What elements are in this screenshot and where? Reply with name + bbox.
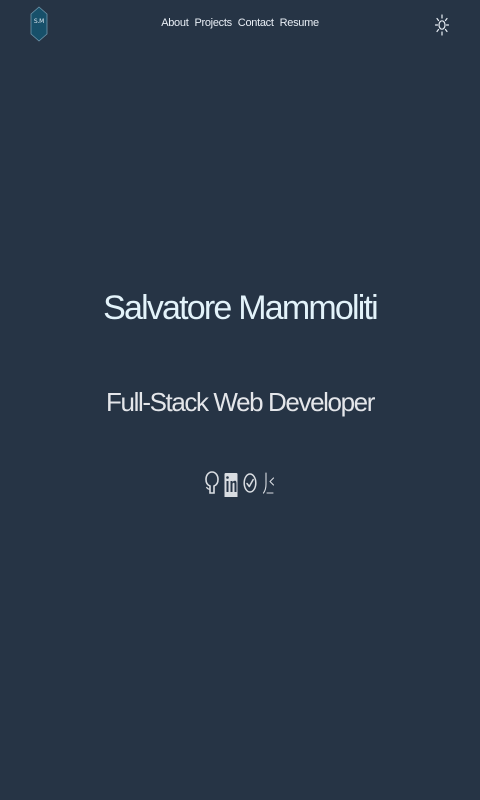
site-header: S.M About Projects Contact Resume [0, 0, 480, 50]
github-icon [204, 471, 219, 494]
code-icon [262, 472, 274, 494]
linkedin-link[interactable] [224, 466, 238, 500]
theme-toggle-button[interactable] [434, 12, 450, 38]
nav-link-projects[interactable]: Projects [194, 17, 232, 29]
hero-name: Salvatore Mammoliti [103, 289, 379, 327]
main-nav: About Projects Contact Resume [0, 17, 480, 29]
github-link[interactable] [204, 466, 219, 500]
check-circle-icon [242, 473, 257, 493]
sun-icon [434, 14, 450, 36]
nav-link-resume[interactable]: Resume [280, 17, 319, 29]
social-links [0, 466, 480, 500]
hero-title: Full-Stack Web Developer [106, 387, 375, 417]
code-link[interactable] [262, 466, 276, 500]
nav-link-about[interactable]: About [161, 17, 189, 29]
check-link[interactable] [242, 466, 257, 500]
page: S.M About Projects Contact Resume Salvat… [0, 0, 480, 800]
nav-link-contact[interactable]: Contact [238, 17, 274, 29]
linkedin-icon [224, 473, 237, 497]
